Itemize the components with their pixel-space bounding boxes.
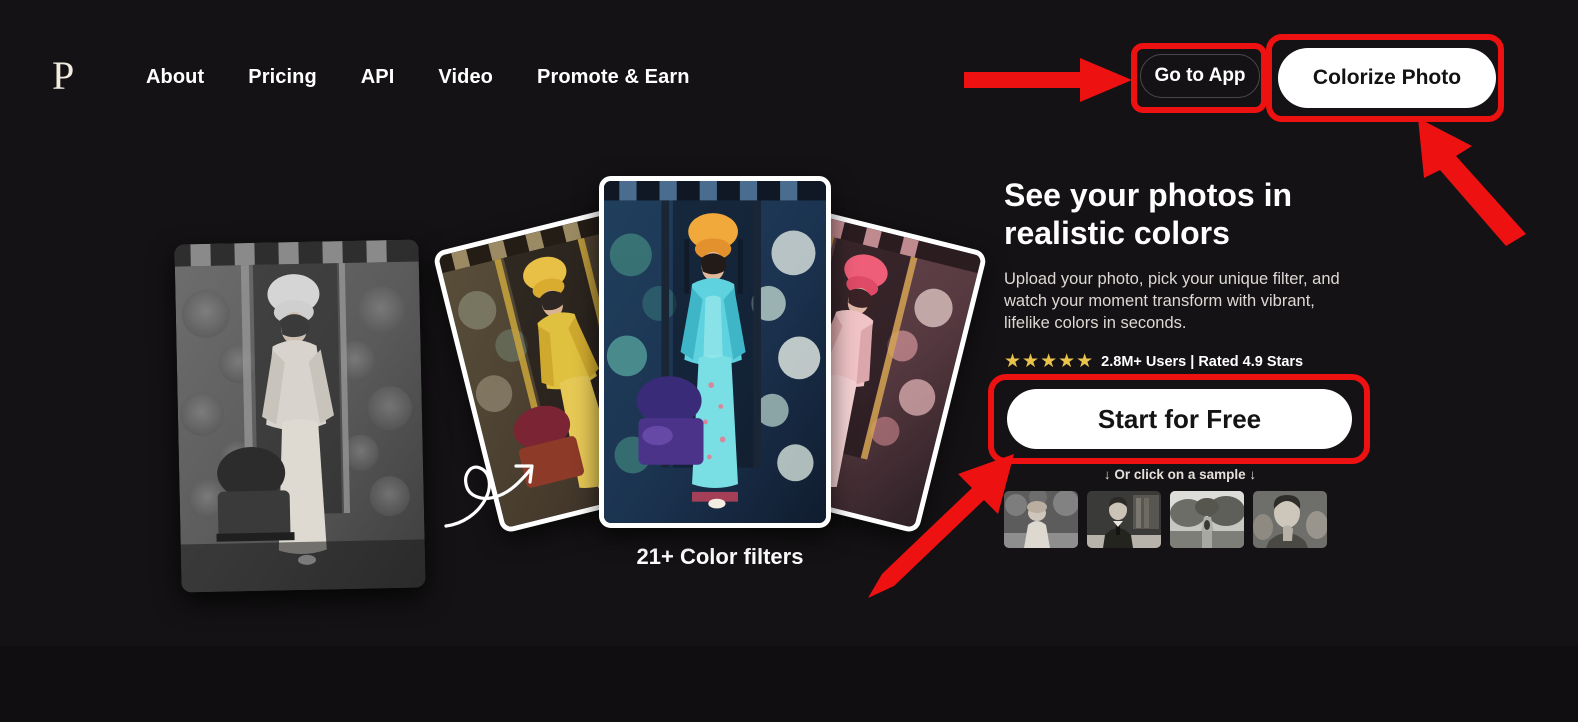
cyan-filter-card[interactable] [599,176,831,528]
hero-text-block: See your photos in realistic colors Uplo… [1004,176,1404,371]
nav-item-api[interactable]: API [361,66,395,89]
sample-3-image [1170,491,1244,548]
sample-man-desk[interactable] [1087,491,1161,548]
colorize-photo-button[interactable]: Colorize Photo [1278,48,1496,108]
rating-row: ★★★★★ 2.8M+ Users | Rated 4.9 Stars [1004,352,1404,371]
star-rating-icon: ★★★★★ [1004,351,1095,372]
hero-subtitle: Upload your photo, pick your unique filt… [1004,270,1340,332]
handdrawn-arrow-icon [444,464,534,528]
rating-label: 2.8M+ Users | Rated 4.9 Stars [1101,353,1304,370]
cyan-card-illustration [604,181,826,523]
before-photo-black-and-white [174,239,426,593]
sample-1-image [1004,491,1078,548]
nav-item-video[interactable]: Video [438,66,493,89]
sample-woman-garden[interactable] [1004,491,1078,548]
nav-item-promote-earn[interactable]: Promote & Earn [537,66,690,89]
sample-hint-label: ↓ Or click on a sample ↓ [1103,467,1257,482]
sample-village-path[interactable] [1170,491,1244,548]
nav-item-pricing[interactable]: Pricing [248,66,317,89]
bw-portrait-illustration [174,239,426,593]
landing-page: P About Pricing API Video Promote & Earn… [0,0,1578,722]
page-title: See your photos in realistic colors [1004,177,1293,251]
nav-links: About Pricing API Video Promote & Earn [146,66,690,89]
sample-4-image [1253,491,1327,548]
sample-2-image [1087,491,1161,548]
color-filters-count-label: 21+ Color filters [636,544,804,569]
nav-item-about[interactable]: About [146,66,204,89]
page-lower-band [0,646,1578,722]
go-to-app-button[interactable]: Go to App [1140,54,1260,98]
brand-logo[interactable]: P [52,56,74,96]
sample-migrant-mother[interactable] [1253,491,1327,548]
top-navigation-bar: P About Pricing API Video Promote & Earn… [0,0,1578,140]
sample-thumbnails [1004,491,1327,548]
start-for-free-button[interactable]: Start for Free [1007,389,1352,449]
